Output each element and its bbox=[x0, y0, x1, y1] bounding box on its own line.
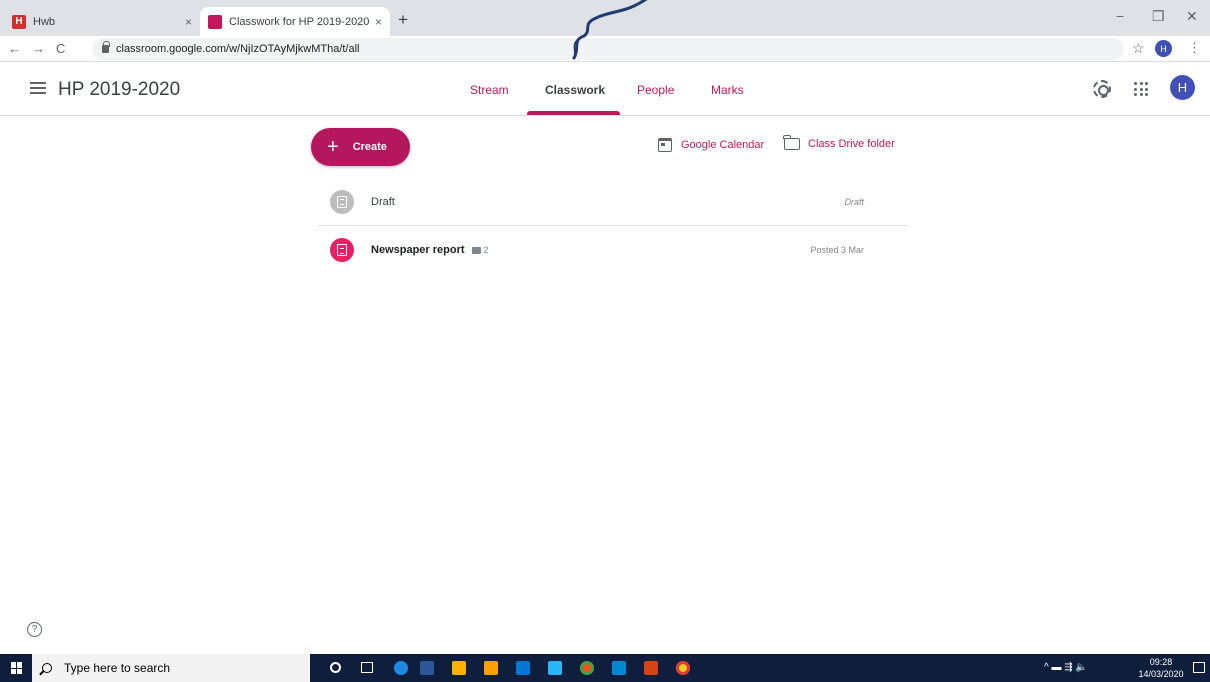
clock-time: 09:28 bbox=[1149, 657, 1173, 667]
google-calendar-link[interactable]: Google Calendar bbox=[658, 138, 764, 152]
tab-people[interactable]: People bbox=[637, 83, 674, 97]
avatar[interactable]: H bbox=[1170, 75, 1195, 100]
create-label: Create bbox=[352, 141, 387, 153]
powerpoint-icon[interactable] bbox=[644, 661, 658, 675]
plus-icon: + bbox=[327, 136, 339, 158]
google-calendar-label: Google Calendar bbox=[681, 139, 765, 151]
chrome-icon[interactable] bbox=[580, 661, 594, 675]
item-status: Posted 3 Mar bbox=[810, 245, 864, 255]
class-drive-folder-label: Class Drive folder bbox=[808, 138, 895, 150]
mail-icon[interactable] bbox=[516, 661, 530, 675]
forward-arrow-icon[interactable]: → bbox=[32, 41, 45, 56]
tab-label: Hwb bbox=[33, 15, 56, 28]
comment-count: 2 bbox=[483, 245, 489, 255]
hwb-favicon-icon: H bbox=[12, 14, 26, 29]
task-view-icon[interactable] bbox=[361, 662, 373, 673]
windows-start-icon[interactable] bbox=[11, 662, 23, 674]
new-tab-button[interactable]: + bbox=[398, 10, 408, 30]
browser-profile-avatar[interactable]: H bbox=[1155, 40, 1172, 57]
minimize-icon[interactable]: − bbox=[1116, 8, 1124, 24]
word-icon[interactable] bbox=[420, 661, 434, 675]
windows-taskbar: Type here to search ^ ▬ ⇶ 🔈 09:28 14/03/… bbox=[0, 654, 1210, 682]
assignment-icon bbox=[330, 189, 354, 214]
calendar-icon bbox=[658, 138, 672, 152]
cortana-icon[interactable] bbox=[330, 662, 341, 673]
file-explorer-icon[interactable] bbox=[484, 661, 498, 675]
classroom-favicon-icon bbox=[208, 14, 222, 29]
tab-hwb[interactable]: H Hwb × bbox=[4, 7, 200, 36]
google-apps-icon[interactable] bbox=[1134, 82, 1148, 96]
tab-classwork-nav[interactable]: Classwork bbox=[545, 83, 605, 97]
store-icon[interactable] bbox=[452, 661, 466, 675]
close-icon[interactable]: × bbox=[185, 15, 192, 29]
classroom-header: HP 2019-2020 Stream Classwork People Mar… bbox=[0, 62, 1210, 116]
url-text: classroom.google.com/w/NjIzOTAyMjkwMTha/… bbox=[116, 43, 360, 55]
tab-label: Classwork for HP 2019-2020 bbox=[229, 15, 369, 28]
comment-icon bbox=[471, 246, 481, 254]
list-item[interactable]: Draft Draft bbox=[318, 178, 908, 226]
class-title[interactable]: HP 2019-2020 bbox=[58, 79, 180, 101]
class-drive-folder-link[interactable]: Class Drive folder bbox=[783, 135, 895, 150]
taskbar-clock[interactable]: 09:28 14/03/2020 bbox=[1136, 656, 1186, 680]
item-title: Draft bbox=[371, 195, 395, 208]
notification-icon[interactable] bbox=[1193, 662, 1205, 673]
chrome-canary-icon[interactable] bbox=[676, 661, 690, 675]
back-arrow-icon[interactable]: ← bbox=[8, 41, 21, 56]
hamburger-menu-icon[interactable] bbox=[30, 82, 46, 94]
folder-icon bbox=[783, 135, 800, 150]
edge-icon[interactable] bbox=[394, 661, 408, 675]
restore-icon[interactable]: ❐ bbox=[1152, 8, 1165, 25]
search-placeholder: Type here to search bbox=[64, 661, 171, 675]
close-icon[interactable]: × bbox=[375, 15, 382, 29]
help-icon[interactable]: ? bbox=[27, 622, 42, 637]
item-title: Newspaper report bbox=[371, 244, 465, 256]
reload-icon[interactable]: C bbox=[56, 41, 65, 56]
system-tray-icons[interactable]: ^ ▬ ⇶ 🔈 bbox=[1044, 662, 1088, 673]
app-icon[interactable] bbox=[612, 661, 626, 675]
active-tab-indicator bbox=[527, 111, 620, 115]
create-button[interactable]: + Create bbox=[311, 128, 410, 166]
screen: H Hwb × Classwork for HP 2019-2020 × + −… bbox=[0, 0, 1210, 682]
tab-marks[interactable]: Marks bbox=[711, 83, 744, 97]
assignment-icon bbox=[330, 238, 354, 262]
annotation-arrow-icon bbox=[572, 0, 648, 60]
app-icon[interactable] bbox=[548, 661, 562, 675]
tab-stream[interactable]: Stream bbox=[470, 83, 509, 97]
clock-date: 14/03/2020 bbox=[1138, 669, 1184, 679]
lock-icon bbox=[102, 41, 110, 53]
search-icon bbox=[42, 663, 52, 673]
item-status: Draft bbox=[844, 196, 864, 207]
browser-menu-icon[interactable]: ⋮ bbox=[1188, 40, 1201, 56]
taskbar-search-input[interactable]: Type here to search bbox=[32, 654, 310, 682]
settings-gear-icon[interactable] bbox=[1093, 80, 1111, 98]
close-window-icon[interactable]: ✕ bbox=[1186, 8, 1198, 25]
list-item[interactable]: Newspaper report 2 Posted 3 Mar bbox=[318, 226, 908, 274]
bookmark-star-icon[interactable]: ☆ bbox=[1132, 40, 1145, 57]
tab-classwork[interactable]: Classwork for HP 2019-2020 × bbox=[200, 7, 390, 36]
